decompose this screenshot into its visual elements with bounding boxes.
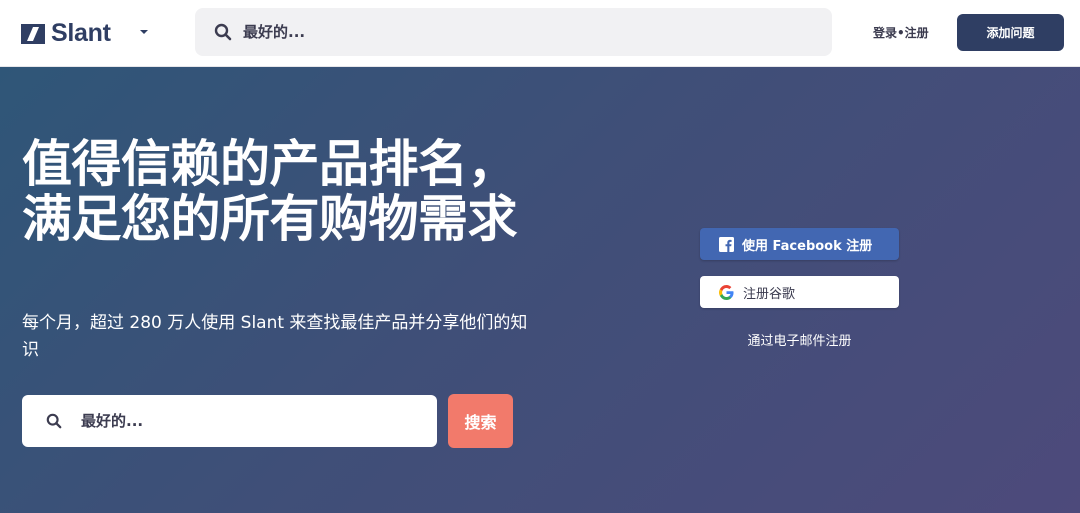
google-icon xyxy=(719,284,734,300)
top-header: Slant 登录•注册 添加问题 xyxy=(0,0,1080,67)
facebook-icon xyxy=(719,236,734,252)
search-icon xyxy=(46,413,62,429)
hero-section: 值得信赖的产品排名，满足您的所有购物需求 每个月，超过 280 万人使用 Sla… xyxy=(0,67,1080,513)
login-signup-link[interactable]: 登录•注册 xyxy=(873,24,929,41)
hero-search-bar[interactable] xyxy=(22,395,437,447)
hero-search-button[interactable]: 搜索 xyxy=(448,394,513,448)
google-signup-button[interactable]: 注册谷歌 xyxy=(700,276,899,308)
hero-search-input[interactable] xyxy=(81,412,401,430)
facebook-signup-label: 使用 Facebook 注册 xyxy=(742,238,873,254)
chevron-down-icon[interactable] xyxy=(138,27,150,37)
logo-text: Slant xyxy=(51,18,111,47)
facebook-signup-button[interactable]: 使用 Facebook 注册 xyxy=(700,228,899,260)
email-signup-link[interactable]: 通过电子邮件注册 xyxy=(700,330,899,349)
slant-logo[interactable]: Slant xyxy=(21,18,111,48)
search-icon xyxy=(214,23,232,41)
add-question-button[interactable]: 添加问题 xyxy=(957,14,1064,51)
slant-logo-icon xyxy=(21,24,45,44)
hero-title: 值得信赖的产品排名，满足您的所有购物需求 xyxy=(22,135,518,248)
hero-subtitle: 每个月，超过 280 万人使用 Slant 来查找最佳产品并分享他们的知识 xyxy=(22,313,528,360)
header-search-bar[interactable] xyxy=(195,8,832,56)
header-search-input[interactable] xyxy=(243,23,803,41)
google-signup-label: 注册谷歌 xyxy=(743,286,796,302)
